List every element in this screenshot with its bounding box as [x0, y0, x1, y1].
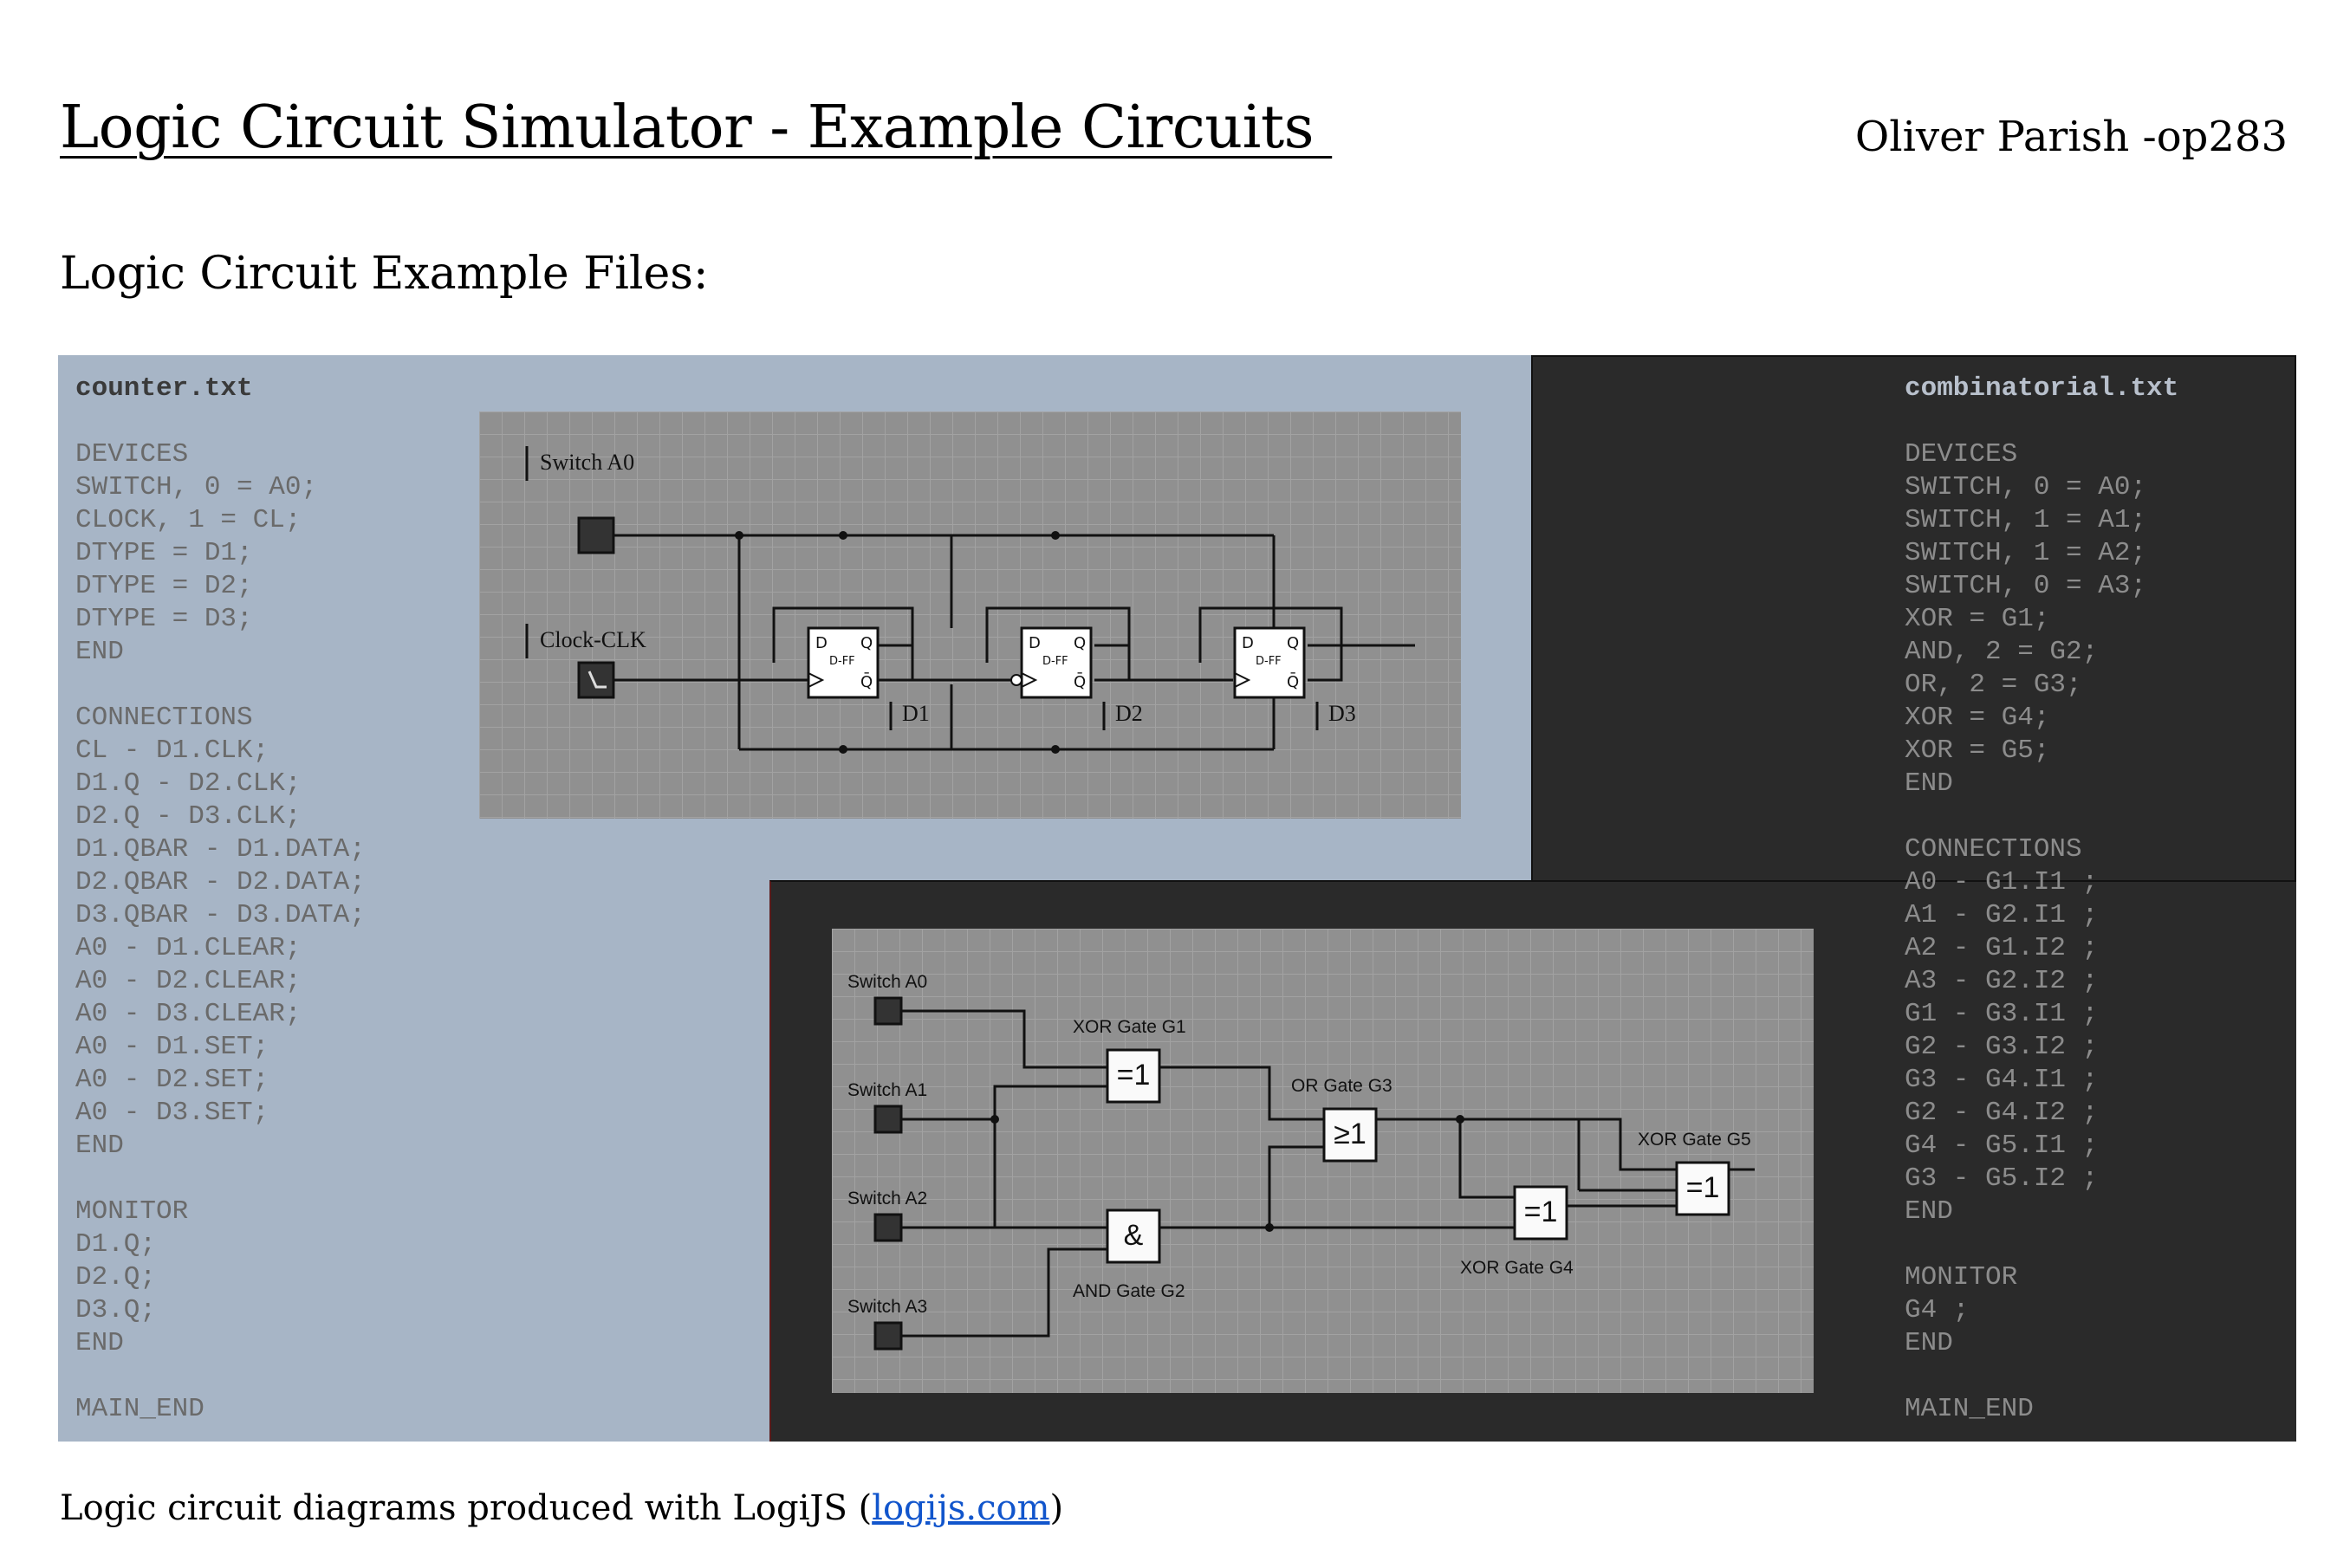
footer-note: Logic circuit diagrams produced with Log… [60, 1488, 1063, 1528]
svg-text:Switch A1: Switch A1 [847, 1080, 927, 1100]
counter-code: counter.txt DEVICES SWITCH, 0 = A0; CLOCK… [75, 373, 366, 1426]
svg-text:XOR Gate G4: XOR Gate G4 [1460, 1258, 1574, 1278]
page-title: Logic Circuit Simulator - Example Circui… [60, 94, 1333, 162]
svg-text:D-FF: D-FF [829, 655, 855, 668]
section-heading: Logic Circuit Example Files: [60, 248, 709, 300]
footer-text: Logic circuit diagrams produced with Log… [60, 1488, 873, 1528]
svg-text:OR Gate G3: OR Gate G3 [1291, 1076, 1392, 1096]
svg-text:XOR Gate G5: XOR Gate G5 [1638, 1130, 1751, 1150]
combinatorial-filename: combinatorial.txt [1905, 373, 2179, 404]
svg-text:=1: =1 [1117, 1059, 1151, 1092]
svg-text:D: D [1242, 634, 1254, 652]
svg-text:≥1: ≥1 [1334, 1118, 1366, 1150]
svg-text:Switch A3: Switch A3 [847, 1297, 927, 1317]
svg-text:D-FF: D-FF [1256, 655, 1282, 668]
svg-text:AND Gate G2: AND Gate G2 [1073, 1281, 1185, 1301]
svg-text:D-FF: D-FF [1042, 655, 1068, 668]
clock-clk[interactable] [577, 661, 615, 699]
counter-filename: counter.txt [75, 373, 253, 404]
combinatorial-circuit-diagram: Switch A0 Switch A1 Switch A2 Switch A3 =1 X… [832, 929, 1814, 1393]
svg-text:=1: =1 [1524, 1195, 1558, 1228]
svg-text:Q̄: Q̄ [1074, 672, 1086, 691]
combinatorial-code-lines: DEVICES SWITCH, 0 = A0; SWITCH, 1 = A1; … [1905, 439, 2147, 1424]
clock-label: Clock-CLK [540, 627, 646, 652]
svg-text:Switch A2: Switch A2 [847, 1189, 927, 1208]
svg-text:D: D [1029, 634, 1041, 652]
switch-a0[interactable] [577, 516, 615, 554]
combinatorial-code: combinatorial.txt DEVICES SWITCH, 0 = A0;… [1905, 373, 2178, 1426]
ff-label: D3 [1328, 701, 1356, 726]
svg-text:Q: Q [1287, 634, 1299, 652]
author-name: Oliver Parish -op283 [1854, 113, 2288, 161]
ff-label: D2 [1115, 701, 1143, 726]
svg-text:Q̄: Q̄ [1287, 672, 1299, 691]
svg-text:Q̄: Q̄ [860, 672, 873, 691]
svg-text:D: D [815, 634, 828, 652]
counter-code-lines: DEVICES SWITCH, 0 = A0; CLOCK, 1 = CL; D… [75, 439, 366, 1424]
footer-close: ) [1049, 1488, 1064, 1528]
switch-a0-label: Switch A0 [540, 450, 634, 475]
svg-text:Q: Q [1074, 634, 1086, 652]
logijs-link[interactable]: logijs.com [872, 1488, 1049, 1528]
ff-label: D1 [902, 701, 930, 726]
counter-circuit-diagram: Switch A0 Clock-CLK D Q D-FF Q̄ D1 D Q D-FF Q̄ D2… [479, 411, 1461, 819]
svg-text:XOR Gate G1: XOR Gate G1 [1073, 1017, 1186, 1037]
svg-text:Q: Q [860, 634, 873, 652]
svg-text:&: & [1124, 1219, 1144, 1252]
svg-text:=1: =1 [1686, 1171, 1720, 1204]
svg-text:Switch A0: Switch A0 [847, 972, 927, 992]
